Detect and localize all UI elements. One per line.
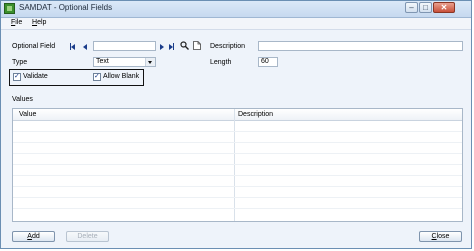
menu-file[interactable]: File [11, 19, 22, 26]
menu-help[interactable]: Help [32, 19, 46, 26]
table-header: Value Description [13, 109, 462, 121]
table-row [13, 142, 462, 143]
length-input[interactable]: 60 [258, 57, 278, 67]
optional-field-label: Optional Field [12, 43, 56, 50]
allow-blank-checkbox[interactable] [93, 72, 101, 81]
length-label: Length [210, 59, 232, 66]
title-bar: SAMDAT - Optional Fields – □ ✕ [1, 1, 471, 18]
window-title: SAMDAT - Optional Fields [19, 3, 113, 12]
next-record-icon[interactable] [160, 43, 167, 50]
description-label: Description [210, 43, 246, 50]
close-icon[interactable]: ✕ [433, 2, 455, 13]
new-document-icon[interactable] [193, 41, 201, 50]
finder-icon[interactable] [180, 41, 189, 50]
table-row [13, 164, 462, 165]
validate-label: Validate [23, 73, 48, 80]
table-row [13, 208, 462, 209]
optional-fields-window: SAMDAT - Optional Fields – □ ✕ File Help… [0, 0, 472, 249]
validate-checkbox[interactable] [13, 72, 21, 81]
column-header-value[interactable]: Value [19, 111, 36, 118]
minimize-icon[interactable]: – [405, 2, 418, 13]
maximize-icon[interactable]: □ [419, 2, 432, 13]
table-row [13, 197, 462, 198]
type-select[interactable]: Text [93, 57, 156, 67]
column-divider [234, 109, 235, 221]
previous-record-icon[interactable] [83, 43, 90, 50]
chevron-down-icon [145, 58, 155, 66]
add-button[interactable]: Add [12, 231, 55, 242]
table-row [13, 131, 462, 132]
close-button[interactable]: Close [419, 231, 462, 242]
type-select-value: Text [96, 58, 109, 65]
type-label: Type [12, 59, 28, 66]
table-row [13, 175, 462, 176]
optional-field-input[interactable] [93, 41, 156, 51]
description-input[interactable] [258, 41, 463, 51]
allow-blank-label: Allow Blank [103, 73, 140, 80]
first-record-icon[interactable] [70, 43, 77, 50]
delete-button[interactable]: Delete [66, 231, 109, 242]
last-record-icon[interactable] [169, 43, 176, 50]
table-row [13, 186, 462, 187]
column-header-description[interactable]: Description [238, 111, 273, 118]
app-icon [4, 3, 15, 14]
menu-bar: File Help [1, 18, 471, 30]
values-table[interactable]: Value Description [12, 108, 463, 222]
values-label: Values [12, 96, 33, 103]
table-row [13, 153, 462, 154]
